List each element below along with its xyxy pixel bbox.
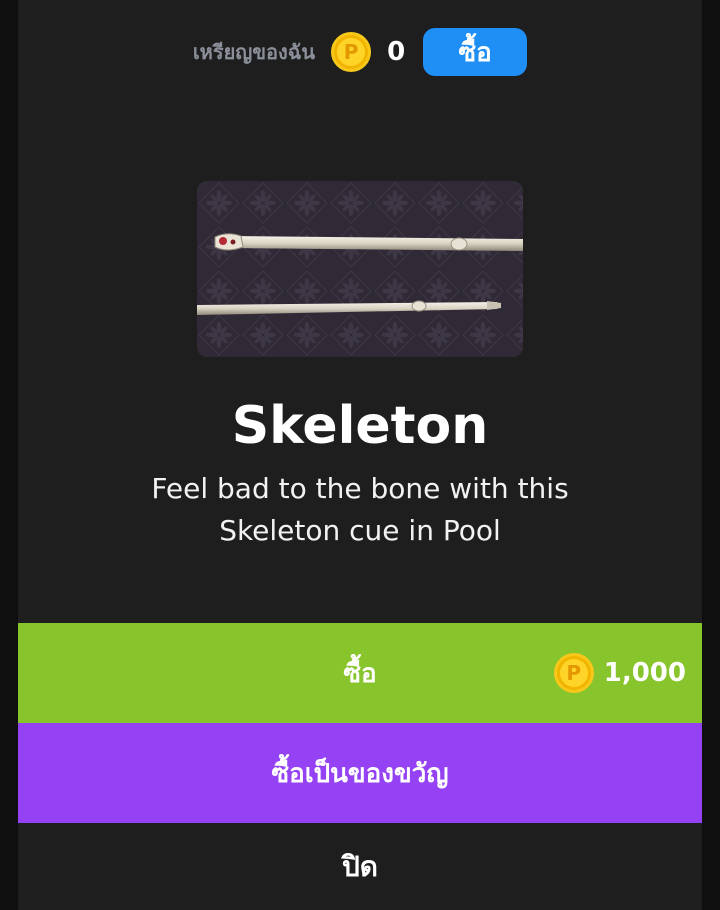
- coin-icon: P: [331, 32, 372, 72]
- item-title: Skeleton: [231, 396, 489, 456]
- coin-count: 0: [387, 37, 406, 67]
- price-tag: P 1,000: [553, 653, 686, 693]
- screen: เหรียญของฉัน P 0 ซื้อ Skeleton Feel bad …: [0, 0, 720, 910]
- my-coins-label: เหรียญของฉัน: [192, 40, 316, 64]
- item-description: Feel bad to the bone with this Skeleton …: [151, 472, 569, 547]
- item-detail-panel: เหรียญของฉัน P 0 ซื้อ Skeleton Feel bad …: [18, 0, 702, 910]
- buy-as-gift-button[interactable]: ซื้อเป็นของขวัญ: [18, 723, 702, 823]
- price-amount: 1,000: [603, 658, 686, 688]
- coin-icon: P: [553, 653, 594, 693]
- skeleton-cue-image: [197, 181, 523, 357]
- close-button[interactable]: ปิด: [18, 823, 702, 910]
- buy-button[interactable]: ซื้อ P 1,000: [18, 623, 702, 723]
- buy-coins-button[interactable]: ซื้อ: [423, 28, 528, 76]
- coin-balance-bar: เหรียญของฉัน P 0 ซื้อ: [18, 27, 702, 77]
